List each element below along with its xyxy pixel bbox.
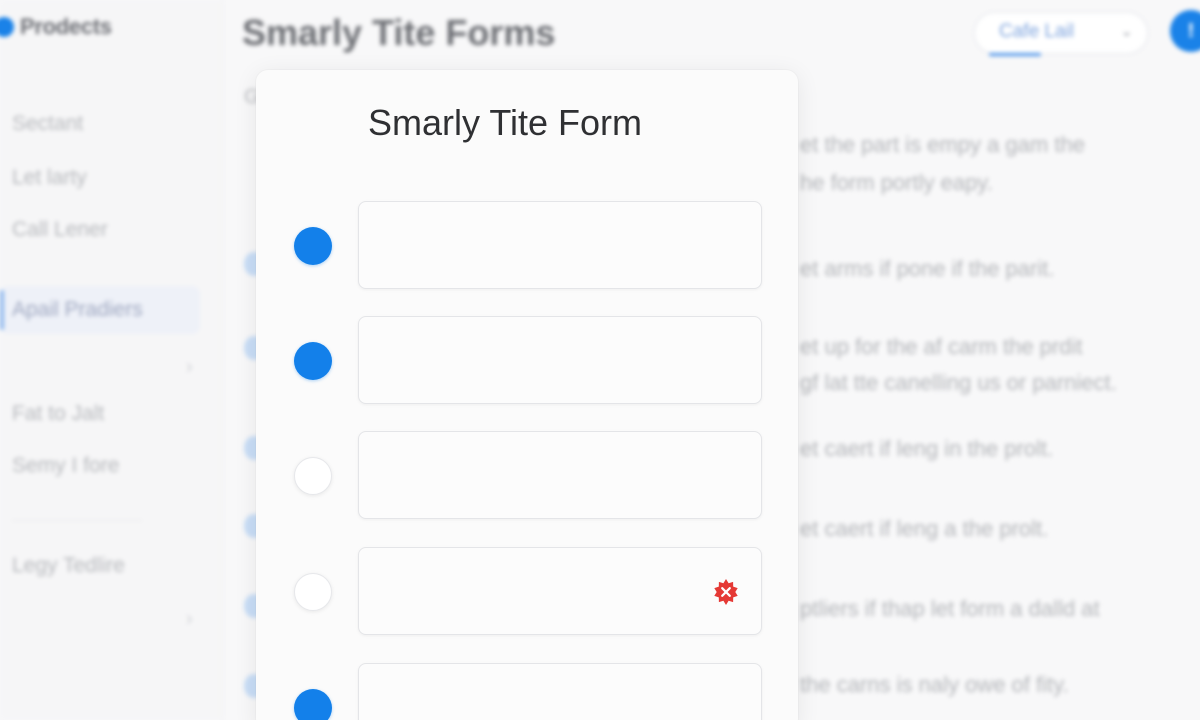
brand-logo-icon: [0, 17, 14, 37]
brand[interactable]: Prodects: [0, 14, 112, 40]
app-window: Prodects Sectant Let larty Call Lener Ap…: [0, 0, 1200, 720]
sidebar-item-fat-to-jalt[interactable]: Fat to Jalt: [12, 402, 104, 426]
sidebar-item-sectant[interactable]: Sectant: [12, 112, 83, 136]
sidebar-divider: [12, 520, 142, 521]
form-row: [294, 431, 764, 521]
user-avatar[interactable]: !: [1170, 10, 1200, 52]
background-text-line: gf lat tte canelling us or parniect.: [800, 370, 1117, 395]
workspace-select-value: Cafe Lail: [999, 21, 1074, 42]
radio-button-selected[interactable]: [294, 227, 332, 265]
background-text-line: the carns is naly owe of fity.: [800, 672, 1069, 697]
workspace-select[interactable]: Cafe Lail ⌄: [974, 12, 1148, 56]
background-text-line: et arms if pone if the parit.: [800, 256, 1055, 281]
chevron-down-icon: ⌄: [1120, 23, 1133, 40]
top-bar: Smarly Tite Forms Cafe Lail ⌄ !: [222, 0, 1200, 70]
sidebar-active-indicator: [0, 290, 4, 330]
radio-button-unselected[interactable]: [294, 573, 332, 611]
background-text-line: et caert if leng in the prolt.: [800, 436, 1054, 461]
background-text-line: et up for the af carm the prdit: [800, 334, 1083, 359]
background-text-line: he form portly eapy.: [800, 170, 993, 195]
page-title: Smarly Tite Forms: [242, 12, 556, 53]
background-text-line: ptliers if thap let form a dalld at: [800, 596, 1100, 621]
text-field[interactable]: [358, 316, 762, 404]
brand-label: Prodects: [20, 14, 112, 39]
sidebar-item-apail-pradiers[interactable]: Apail Pradiers: [12, 298, 143, 322]
text-field[interactable]: [358, 663, 762, 720]
select-underline: [989, 53, 1041, 56]
chevron-right-icon[interactable]: ›: [186, 356, 193, 379]
sidebar-item-legy-tedlire[interactable]: Legy Tedlire: [12, 554, 125, 578]
radio-button-unselected[interactable]: [294, 457, 332, 495]
form-modal: Smarly Tite Form: [256, 70, 798, 720]
sidebar: Prodects Sectant Let larty Call Lener Ap…: [0, 0, 223, 720]
modal-title: Smarly Tite Form: [368, 102, 643, 143]
sidebar-item-semy-i-fore[interactable]: Semy I fore: [12, 454, 119, 478]
text-field[interactable]: [358, 201, 762, 289]
form-row: [294, 201, 764, 291]
sidebar-item-let-larty[interactable]: Let larty: [12, 166, 87, 190]
sidebar-item-call-lener[interactable]: Call Lener: [12, 218, 108, 242]
background-text-line: et caert if leng a the prolt.: [800, 516, 1049, 541]
text-field-error[interactable]: [358, 547, 762, 635]
form-row: [294, 663, 764, 720]
background-text-line: et the part is empy a gam the: [800, 132, 1085, 157]
chevron-right-icon[interactable]: ›: [186, 608, 193, 631]
radio-button-selected[interactable]: [294, 689, 332, 720]
form-row: [294, 547, 764, 637]
form-row: [294, 316, 764, 406]
text-field[interactable]: [358, 431, 762, 519]
radio-button-selected[interactable]: [294, 342, 332, 380]
error-badge-icon[interactable]: [712, 578, 740, 606]
